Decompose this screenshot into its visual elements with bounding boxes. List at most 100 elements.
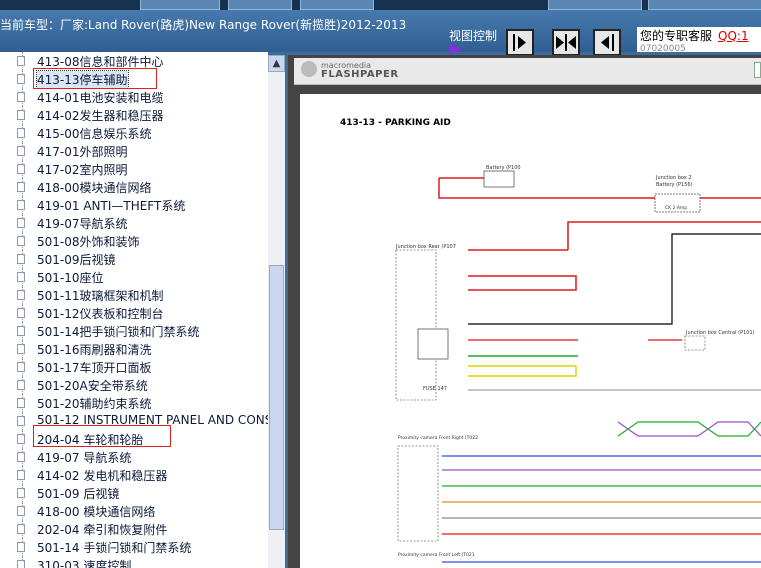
document-icon bbox=[17, 182, 25, 192]
qq-link[interactable]: QQ:1 bbox=[718, 29, 749, 43]
scroll-thumb[interactable] bbox=[269, 265, 284, 530]
document-icon bbox=[17, 434, 25, 444]
battery-box bbox=[483, 170, 515, 188]
top-toolbar-button-4[interactable] bbox=[548, 0, 642, 10]
tree-item-label: 501-09 后视镜 bbox=[37, 487, 120, 501]
tree-item-label: 501-10座位 bbox=[37, 271, 104, 285]
tree-item[interactable]: 501-11玻璃框架和机制 bbox=[0, 286, 268, 304]
tree-item[interactable]: 501-16雨刷器和清洗 bbox=[0, 340, 268, 358]
support-label: 您的专职客服 bbox=[640, 29, 713, 43]
tree-item-label: 501-08外饰和装饰 bbox=[37, 235, 140, 249]
tree-item[interactable]: 415-00信息娱乐系统 bbox=[0, 124, 268, 142]
tree-item[interactable]: 501-08外饰和装饰 bbox=[0, 232, 268, 250]
view-control-label: 视图控制 bbox=[449, 29, 498, 43]
document-icon bbox=[17, 200, 25, 210]
green-yellow-wires bbox=[468, 355, 578, 377]
tree-item[interactable]: 501-10座位 bbox=[0, 268, 268, 286]
split-arrows-icon bbox=[556, 34, 576, 51]
tree-item[interactable]: 417-02室内照明 bbox=[0, 160, 268, 178]
tree-item[interactable]: 501-12仪表板和控制台 bbox=[0, 304, 268, 322]
battery-label: Battery (P100 bbox=[486, 165, 521, 171]
tree-item[interactable]: 414-01电池安装和电缆 bbox=[0, 88, 268, 106]
junction2-label: Junction box 2 bbox=[655, 175, 692, 181]
twisted-pair bbox=[617, 421, 761, 437]
phone-number: 07020005 bbox=[640, 44, 686, 54]
tree-item[interactable]: 417-01外部照明 bbox=[0, 142, 268, 160]
tree-item-label: 415-00信息娱乐系统 bbox=[37, 127, 152, 141]
document-icon bbox=[17, 506, 25, 516]
camera-right-box bbox=[397, 445, 439, 542]
chevron-up-icon: ▲ bbox=[272, 58, 281, 69]
arrow-right-icon bbox=[513, 34, 526, 51]
document-icon bbox=[17, 470, 25, 480]
manual-tree: 413-08信息和部件中心 413-13停车辅助 414-01电池安装和电缆 414-… bbox=[0, 52, 268, 568]
flag-icon bbox=[449, 44, 463, 54]
tree-item[interactable]: 419-07 导航系统 bbox=[0, 448, 268, 466]
toolbar-check-icon[interactable] bbox=[754, 62, 761, 78]
fuse-label: CK 2 Amp bbox=[665, 205, 687, 211]
document-icon bbox=[17, 488, 25, 498]
tree-item-label: 501-11玻璃框架和机制 bbox=[37, 289, 164, 303]
top-toolbar-button-2[interactable] bbox=[228, 0, 292, 10]
top-toolbar-strip bbox=[0, 0, 761, 10]
document-icon bbox=[17, 344, 25, 354]
document-icon bbox=[17, 560, 25, 568]
brand-big: FLASHPAPER bbox=[321, 69, 399, 80]
wiring-diagram: Battery (P100 Junction box 2 Battery (P1… bbox=[395, 165, 761, 563]
tree-item[interactable]: 202-04 牵引和恢复附件 bbox=[0, 520, 268, 538]
fuse147-label: FUSE 147 bbox=[423, 386, 447, 392]
document-icon bbox=[17, 110, 25, 120]
tree-item-label: 418-00模块通信网络 bbox=[37, 181, 152, 195]
tree-item[interactable]: 419-01 ANTI—THEFT系统 bbox=[0, 196, 268, 214]
tree-item[interactable]: 310-03 速度控制 bbox=[0, 556, 268, 568]
tree-item-label: 419-01 ANTI—THEFT系统 bbox=[37, 199, 186, 213]
tree-item-label: 501-17车顶开口面板 bbox=[37, 361, 152, 375]
tree-item-label: 501-20A安全带系统 bbox=[37, 379, 148, 393]
document-icon bbox=[17, 218, 25, 228]
tree-item-label: 419-07 导航系统 bbox=[37, 451, 132, 465]
arrow-left-icon bbox=[601, 34, 614, 51]
tree-item[interactable]: 419-07导航系统 bbox=[0, 214, 268, 232]
document-icon bbox=[17, 236, 25, 246]
tree-item-label: 501-16雨刷器和清洗 bbox=[37, 343, 152, 357]
tree-item[interactable]: 418-00模块通信网络 bbox=[0, 178, 268, 196]
document-icon bbox=[17, 380, 25, 390]
tree-item[interactable]: 501-09 后视镜 bbox=[0, 484, 268, 502]
document-icon bbox=[17, 452, 25, 462]
document-icon bbox=[17, 290, 25, 300]
tree-item[interactable]: 414-02发生器和稳压器 bbox=[0, 106, 268, 124]
tree-item-label: 414-02 发电机和稳压器 bbox=[37, 469, 168, 483]
tree-item[interactable]: 501-17车顶开口面板 bbox=[0, 358, 268, 376]
tree-item[interactable]: 414-02 发电机和稳压器 bbox=[0, 466, 268, 484]
tree-item[interactable]: 501-14 手锁闩锁和门禁系统 bbox=[0, 538, 268, 556]
tree-item-label: 417-01外部照明 bbox=[37, 145, 128, 159]
tree-item[interactable]: 501-20辅助约束系统 bbox=[0, 394, 268, 412]
tree-item-label: 310-03 速度控制 bbox=[37, 559, 132, 568]
junction2b-label: Battery (P156) bbox=[656, 182, 693, 188]
tree-item-label: 414-02发生器和稳压器 bbox=[37, 109, 164, 123]
tree-item-label: 501-20辅助约束系统 bbox=[37, 397, 152, 411]
split-view-button[interactable] bbox=[552, 29, 580, 56]
tree-item[interactable]: 501-14把手锁闩锁和门禁系统 bbox=[0, 322, 268, 340]
relay-box bbox=[417, 328, 449, 360]
document-icon bbox=[17, 146, 25, 156]
highlight-box bbox=[33, 68, 157, 89]
flashpaper-logo-icon bbox=[301, 61, 317, 77]
camera-bus-wires bbox=[442, 455, 761, 535]
tree-item[interactable]: 501-20A安全带系统 bbox=[0, 376, 268, 394]
previous-page-button[interactable] bbox=[593, 29, 621, 56]
document-icon bbox=[17, 542, 25, 552]
tree-item-label: 417-02室内照明 bbox=[37, 163, 128, 177]
top-toolbar-button-5[interactable] bbox=[648, 0, 761, 10]
tree-item-label: 414-01电池安装和电缆 bbox=[37, 91, 164, 105]
scroll-up-button[interactable]: ▲ bbox=[268, 55, 285, 72]
document-icon bbox=[17, 308, 25, 318]
next-page-button[interactable] bbox=[506, 29, 534, 56]
tree-item[interactable]: 501-09后视镜 bbox=[0, 250, 268, 268]
tree-item-label: 501-14把手锁闩锁和门禁系统 bbox=[37, 325, 200, 339]
tree-item-label: 419-07导航系统 bbox=[37, 217, 128, 231]
top-toolbar-button-3[interactable] bbox=[300, 0, 374, 10]
top-toolbar-button-1[interactable] bbox=[140, 0, 220, 10]
tree-item[interactable]: 418-00 模块通信网络 bbox=[0, 502, 268, 520]
black-wire bbox=[468, 233, 761, 325]
